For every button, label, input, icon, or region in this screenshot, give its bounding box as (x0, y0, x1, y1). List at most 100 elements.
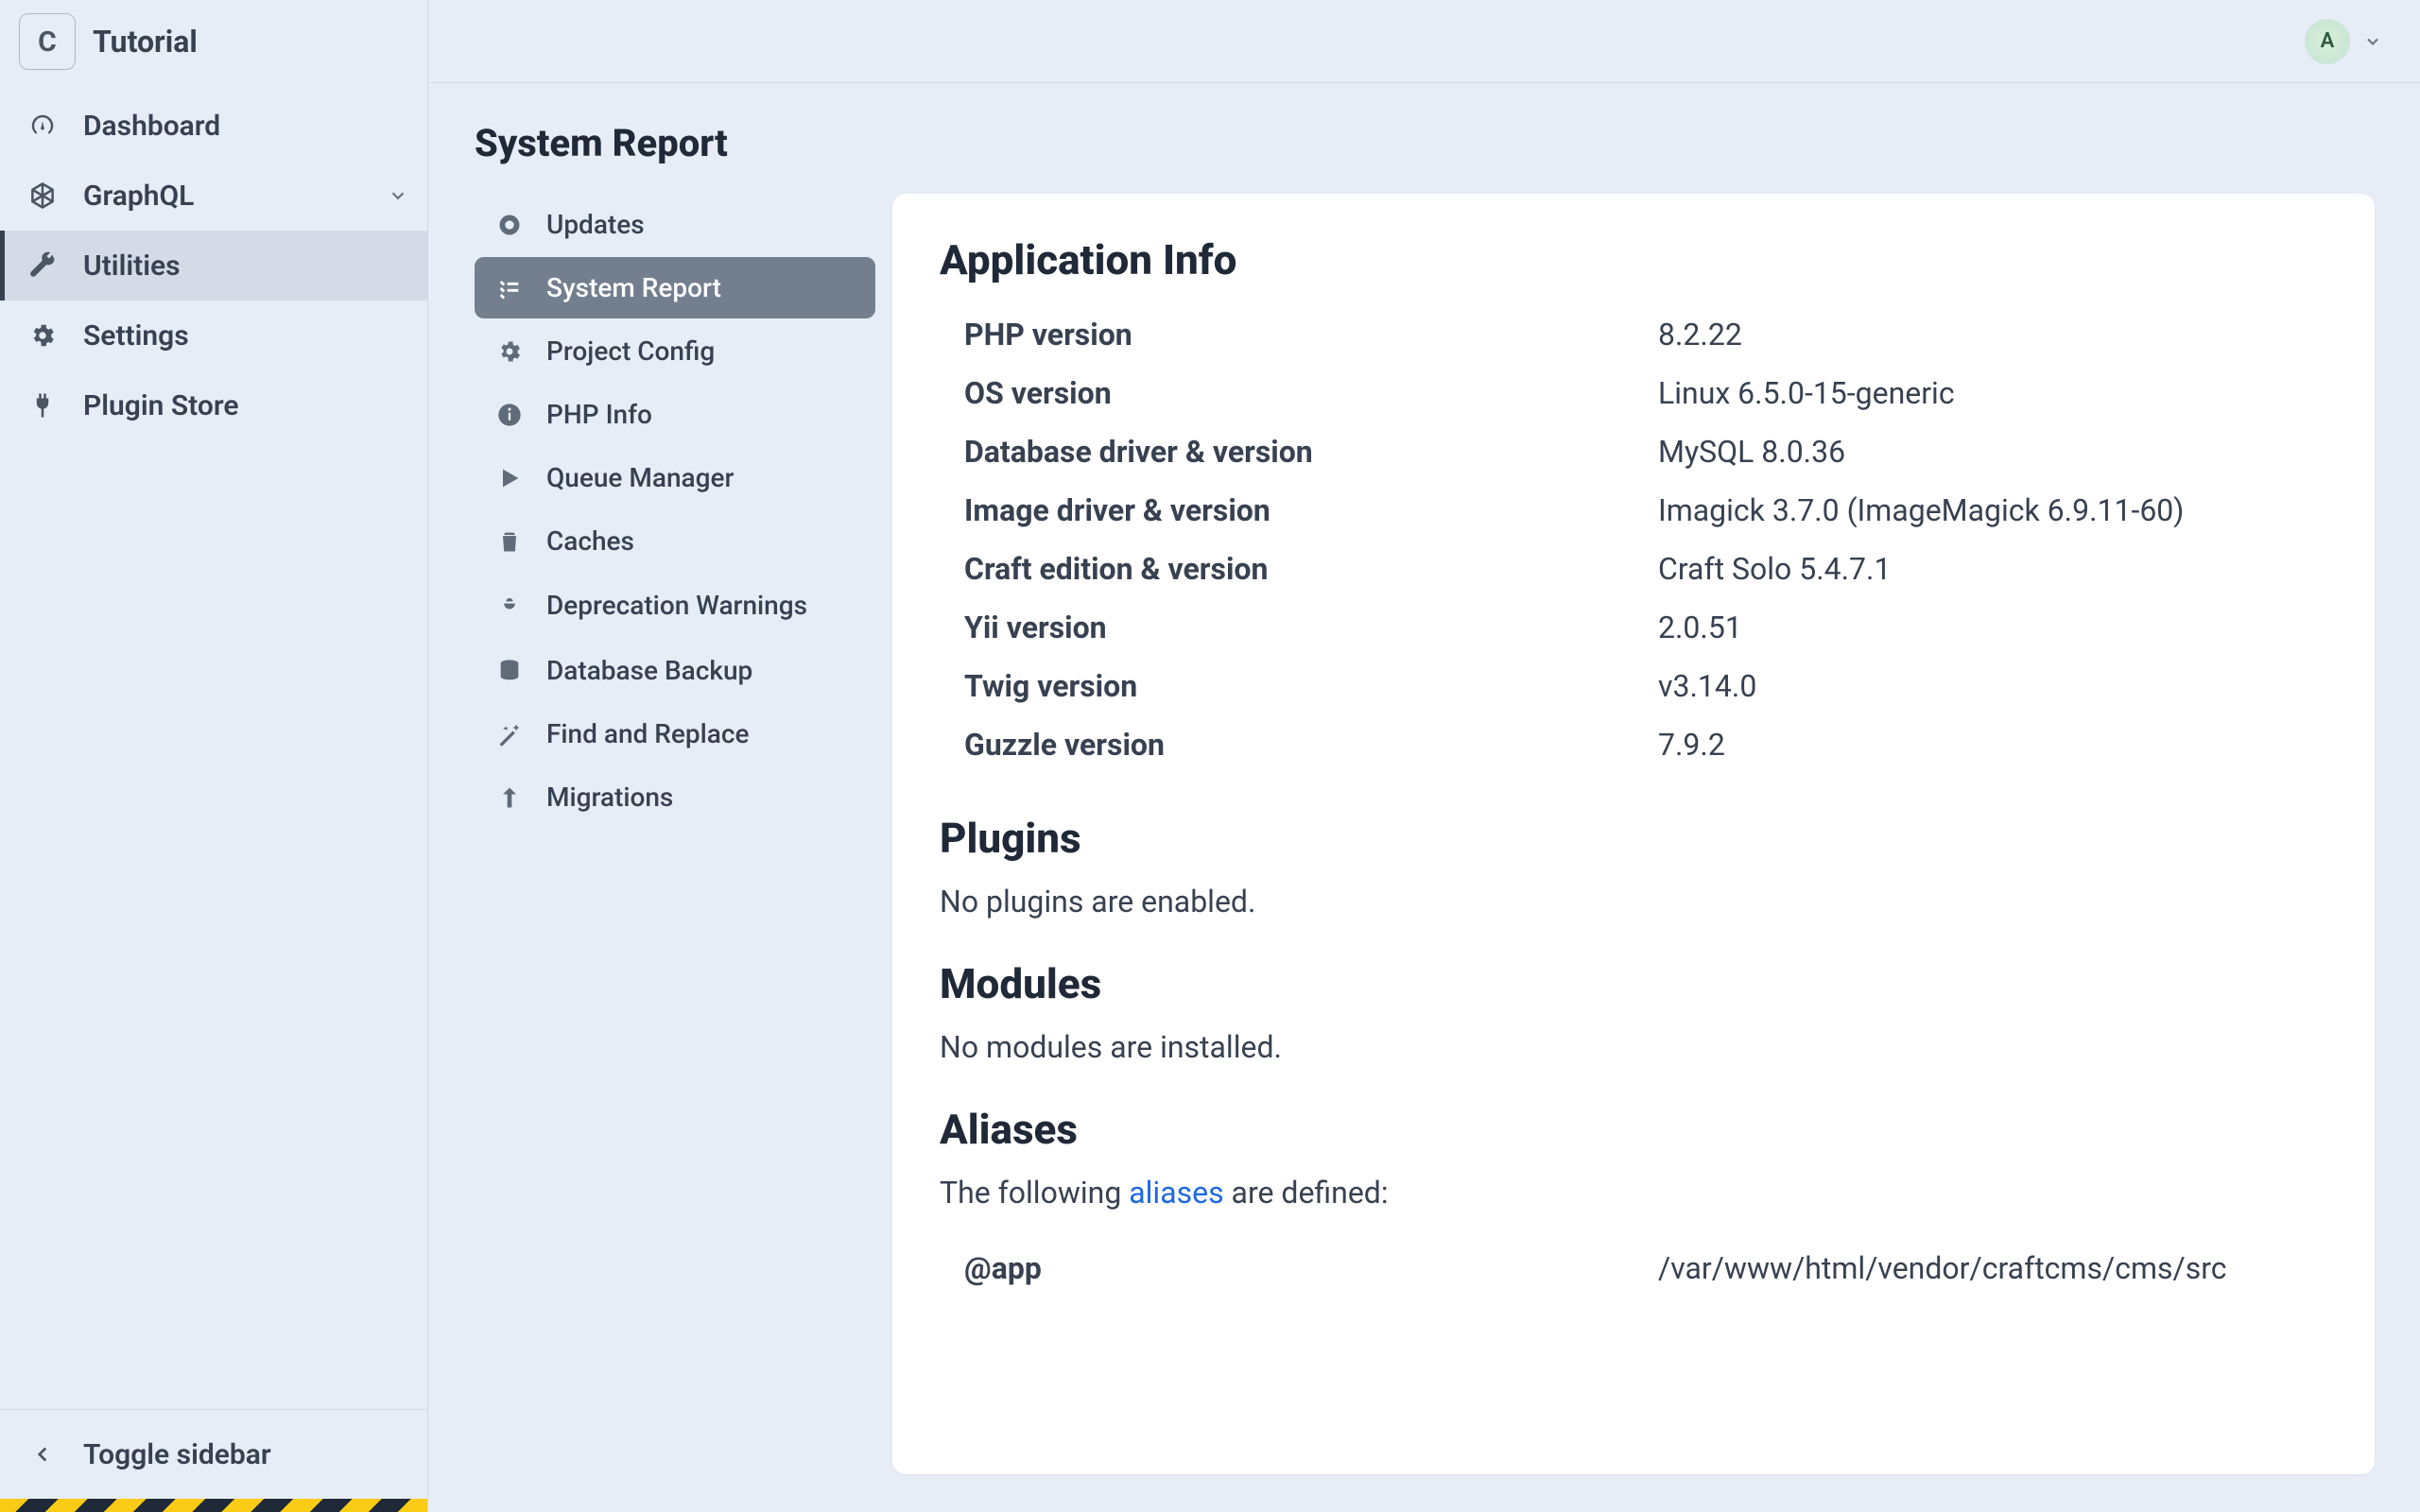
subnav-label: Project Config (546, 335, 715, 367)
alias-row: @app/var/www/html/vendor/craftcms/cms/sr… (940, 1239, 2327, 1297)
nav-item-settings[interactable]: Settings (0, 301, 427, 370)
info-label: Craft edition & version (940, 551, 1658, 587)
info-value: Linux 6.5.0-15-generic (1658, 375, 2327, 411)
subnav-item-php-info[interactable]: PHP Info (475, 384, 875, 445)
bug-icon (495, 592, 524, 620)
gear-icon (28, 321, 57, 350)
subnav-item-system-report[interactable]: System Report (475, 257, 875, 318)
subnav-label: Migrations (546, 782, 673, 813)
plugins-text: No plugins are enabled. (940, 884, 2327, 919)
aliases-text-prefix: The following (940, 1175, 1129, 1211)
info-row: Craft edition & versionCraft Solo 5.4.7.… (940, 540, 2327, 598)
nav-label-utilities: Utilities (83, 249, 181, 283)
info-value: MySQL 8.0.36 (1658, 434, 2327, 470)
info-row: Image driver & versionImagick 3.7.0 (Ima… (940, 481, 2327, 540)
plug-icon (28, 391, 57, 420)
content-row: Updates System Report Project Config PHP… (475, 194, 2375, 1474)
info-value: 2.0.51 (1658, 610, 2327, 645)
modules-text: No modules are installed. (940, 1029, 2327, 1065)
subnav-label: System Report (546, 272, 721, 303)
page-title: System Report (475, 121, 2375, 165)
updates-icon (495, 211, 524, 239)
info-label: Image driver & version (940, 492, 1658, 528)
info-row: Twig versionv3.14.0 (940, 657, 2327, 715)
aliases-link[interactable]: aliases (1129, 1175, 1223, 1211)
nav-label-plugin-store: Plugin Store (83, 389, 239, 422)
subnav-label: Queue Manager (546, 462, 734, 493)
nav-item-graphql[interactable]: GraphQL (0, 161, 427, 231)
application-info-heading: Application Info (940, 235, 2327, 284)
info-value: 8.2.22 (1658, 317, 2327, 352)
content: System Report Updates System Report Proj (429, 83, 2420, 1512)
info-value: Imagick 3.7.0 (ImageMagick 6.9.11-60) (1658, 492, 2327, 528)
graphql-icon (28, 181, 57, 210)
system-report-icon (495, 274, 524, 302)
play-icon (495, 464, 524, 492)
chevron-down-icon[interactable] (2363, 32, 2382, 51)
info-value: v3.14.0 (1658, 668, 2327, 704)
avatar-letter: A (2321, 29, 2335, 53)
subnav-label: Caches (546, 525, 634, 557)
info-row: PHP version8.2.22 (940, 305, 2327, 364)
subnav-label: PHP Info (546, 399, 652, 430)
info-value: Craft Solo 5.4.7.1 (1658, 551, 2327, 587)
subnav-item-updates[interactable]: Updates (475, 194, 875, 255)
info-label: Yii version (940, 610, 1658, 645)
info-row: OS versionLinux 6.5.0-15-generic (940, 364, 2327, 422)
sidebar: C Tutorial Dashboard GraphQL Utilities (0, 0, 428, 1512)
nav-label-settings: Settings (83, 319, 189, 352)
subnav-item-find-replace[interactable]: Find and Replace (475, 703, 875, 765)
info-label: OS version (940, 375, 1658, 411)
subnav-label: Find and Replace (546, 718, 750, 749)
aliases-intro: The following aliases are defined: (940, 1175, 2327, 1211)
info-value: 7.9.2 (1658, 727, 2327, 763)
subnav-item-database-backup[interactable]: Database Backup (475, 640, 875, 701)
utilities-subnav: Updates System Report Project Config PHP… (475, 194, 875, 1474)
info-row: Guzzle version7.9.2 (940, 715, 2327, 774)
avatar[interactable]: A (2305, 19, 2350, 64)
nav-item-plugin-store[interactable]: Plugin Store (0, 370, 427, 440)
application-info-table: PHP version8.2.22OS versionLinux 6.5.0-1… (940, 305, 2327, 774)
app-logo[interactable]: C (19, 13, 76, 70)
info-label: PHP version (940, 317, 1658, 352)
subnav-item-caches[interactable]: Caches (475, 510, 875, 572)
info-label: Twig version (940, 668, 1658, 704)
nav-label-graphql: GraphQL (83, 180, 194, 213)
primary-nav: Dashboard GraphQL Utilities Settings (0, 91, 427, 440)
toggle-sidebar-label: Toggle sidebar (83, 1438, 271, 1471)
subnav-item-deprecation-warnings[interactable]: Deprecation Warnings (475, 574, 875, 638)
topbar: A (429, 0, 2420, 83)
chevron-left-icon (28, 1440, 57, 1469)
subnav-item-project-config[interactable]: Project Config (475, 320, 875, 382)
alias-label: @app (940, 1250, 1658, 1286)
subnav-label: Database Backup (546, 655, 752, 686)
wand-icon (495, 720, 524, 748)
info-row: Yii version2.0.51 (940, 598, 2327, 657)
nav-item-dashboard[interactable]: Dashboard (0, 91, 427, 161)
sidebar-header: C Tutorial (0, 0, 427, 83)
database-icon (495, 657, 524, 685)
nav-item-utilities[interactable]: Utilities (0, 231, 427, 301)
aliases-text-suffix: are defined: (1224, 1175, 1389, 1211)
wrench-icon (28, 251, 57, 280)
subnav-item-migrations[interactable]: Migrations (475, 766, 875, 828)
info-label: Guzzle version (940, 727, 1658, 763)
arrow-up-icon (495, 783, 524, 812)
subnav-label: Updates (546, 209, 645, 240)
subnav-item-queue-manager[interactable]: Queue Manager (475, 447, 875, 508)
dev-mode-stripe (0, 1499, 427, 1512)
gauge-icon (28, 112, 57, 140)
sidebar-footer: Toggle sidebar (0, 1409, 427, 1512)
alias-value: /var/www/html/vendor/craftcms/cms/src (1658, 1250, 2327, 1286)
toggle-sidebar-button[interactable]: Toggle sidebar (0, 1410, 427, 1499)
nav-label-dashboard: Dashboard (83, 110, 220, 143)
modules-heading: Modules (940, 959, 2327, 1008)
aliases-table: @app/var/www/html/vendor/craftcms/cms/sr… (940, 1239, 2327, 1297)
trash-icon (495, 527, 524, 556)
info-row: Database driver & versionMySQL 8.0.36 (940, 422, 2327, 481)
app-name: Tutorial (93, 24, 198, 60)
plugins-heading: Plugins (940, 814, 2327, 863)
info-icon (495, 401, 524, 429)
app-logo-letter: C (38, 26, 57, 59)
report-panel: Application Info PHP version8.2.22OS ver… (892, 194, 2375, 1474)
